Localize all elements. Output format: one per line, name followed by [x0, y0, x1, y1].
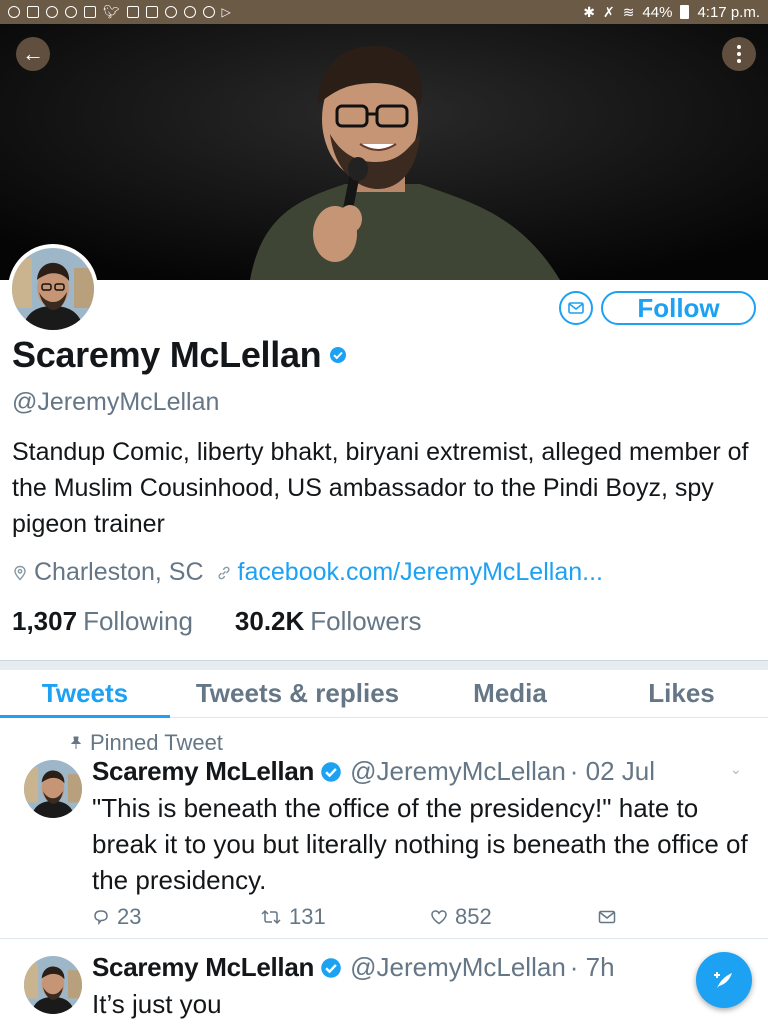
tab-media[interactable]: Media [425, 670, 595, 717]
following-label: Following [83, 606, 193, 636]
tweet-author-name[interactable]: Scaremy McLellan [92, 756, 314, 787]
following-stat[interactable]: 1,307 Following [12, 606, 193, 637]
like-count: 852 [455, 904, 492, 929]
location-pin-icon [14, 565, 26, 580]
mute-icon: ✗ [602, 3, 615, 20]
reply-icon [94, 910, 108, 925]
verified-badge-icon [321, 957, 341, 978]
back-button[interactable]: ← [16, 37, 50, 71]
avatar-photo [12, 248, 94, 330]
header-illustration [0, 24, 768, 280]
battery-icon [680, 5, 690, 19]
notification-icon [27, 6, 39, 18]
tweet-text: "This is beneath the office of the presi… [92, 793, 748, 895]
more-options-button[interactable] [722, 37, 756, 71]
arrow-left-icon: ← [22, 41, 44, 66]
envelope-icon [598, 910, 616, 924]
tweet-author-name[interactable]: Scaremy McLellan [92, 952, 314, 983]
profile-avatar[interactable] [8, 244, 98, 334]
tab-tweets-and-replies[interactable]: Tweets & replies [170, 670, 425, 717]
envelope-icon [568, 302, 584, 314]
verified-badge-icon [330, 347, 347, 363]
like-button[interactable]: 852 [430, 904, 492, 930]
notification-icon [84, 6, 96, 18]
reply-count: 23 [117, 904, 142, 929]
profile-display-name: Scaremy McLellan [12, 334, 322, 375]
profile-website-link[interactable]: facebook.com/JeremyMcLellan... [238, 558, 603, 587]
header-photo: ← [0, 24, 768, 280]
profile-tabs: Tweets Tweets & replies Media Likes [0, 670, 768, 718]
play-notification-icon: ▷ [221, 5, 231, 19]
message-button[interactable] [559, 291, 593, 325]
followers-stat[interactable]: 30.2K Followers [235, 606, 422, 637]
bluetooth-icon: ✱ [583, 3, 595, 20]
retweet-count: 131 [289, 904, 326, 929]
profile-handle: @JeremyMcLellan [12, 388, 220, 416]
wifi-icon: ≋ [622, 3, 635, 20]
notification-icon [8, 6, 20, 18]
tweet-avatar-photo [24, 760, 82, 818]
heart-icon [431, 910, 447, 925]
battery-percent: 44% [642, 3, 673, 21]
notification-icons: 🐦︎ ▷ [8, 4, 231, 20]
pinned-tweet-label: Pinned Tweet [70, 730, 223, 756]
compose-tweet-button[interactable] [696, 952, 752, 1008]
tweet-divider [0, 938, 768, 939]
clock: 4:17 p.m. [697, 3, 760, 21]
pin-icon [70, 736, 82, 749]
follow-button[interactable]: Follow [601, 291, 756, 325]
search-notification-icon [46, 6, 58, 18]
profile-bio: Standup Comic, liberty bhakt, biryani ex… [12, 438, 749, 538]
status-bar: 🐦︎ ▷ ✱ ✗ ≋ 44% 4:17 p.m. [0, 0, 768, 24]
reply-button[interactable]: 23 [92, 904, 141, 930]
profile-name-row: Scaremy McLellan [12, 334, 347, 376]
tweet-author-handle: @JeremyMcLellan [350, 952, 566, 982]
followers-count: 30.2K [234, 606, 305, 636]
tab-likes[interactable]: Likes [595, 670, 768, 717]
verified-badge-icon [321, 761, 341, 782]
tweet-actions: 23 131 852 [92, 902, 622, 932]
tweet-author-handle: @JeremyMcLellan [350, 756, 566, 786]
notification-icon [183, 6, 196, 18]
link-icon [217, 566, 230, 579]
followers-label: Followers [310, 606, 422, 636]
chrome-notification-icon [202, 6, 215, 18]
retweet-icon [261, 909, 281, 925]
tab-tweets[interactable]: Tweets [0, 670, 170, 718]
notification-icon [164, 6, 177, 18]
profile-location: Charleston, SC [34, 558, 204, 586]
tweet-avatar-photo [24, 956, 82, 1014]
profile-meta: Charleston, SC facebook.com/JeremyMcLell… [12, 558, 603, 587]
profile-stats: 1,307 Following 30.2K Followers [12, 606, 464, 637]
twitter-notification-icon: 🐦︎ [103, 4, 120, 19]
tweet-header: Scaremy McLellan @JeremyMcLellan · 7h [92, 952, 615, 983]
tweet-header: Scaremy McLellan @JeremyMcLellan · 02 Ju… [92, 756, 655, 787]
direct-message-button[interactable] [598, 910, 616, 924]
section-divider [0, 660, 768, 670]
compose-feather-icon [714, 972, 732, 988]
tweet-time: · 7h [569, 952, 615, 982]
following-count: 1,307 [12, 606, 78, 636]
tweet-avatar[interactable] [24, 956, 82, 1014]
notification-icon [126, 6, 139, 18]
more-vertical-icon [737, 45, 741, 63]
instagram-notification-icon [145, 6, 158, 18]
pinned-tweet-text: Pinned Tweet [90, 730, 223, 755]
tweet-time: · 02 Jul [569, 756, 656, 786]
notification-icon [65, 6, 77, 18]
chevron-down-icon[interactable]: ⌄ [730, 761, 742, 778]
retweet-button[interactable]: 131 [260, 904, 326, 930]
tweet-text: It’s just you [92, 989, 222, 1019]
tweet-avatar[interactable] [24, 760, 82, 818]
